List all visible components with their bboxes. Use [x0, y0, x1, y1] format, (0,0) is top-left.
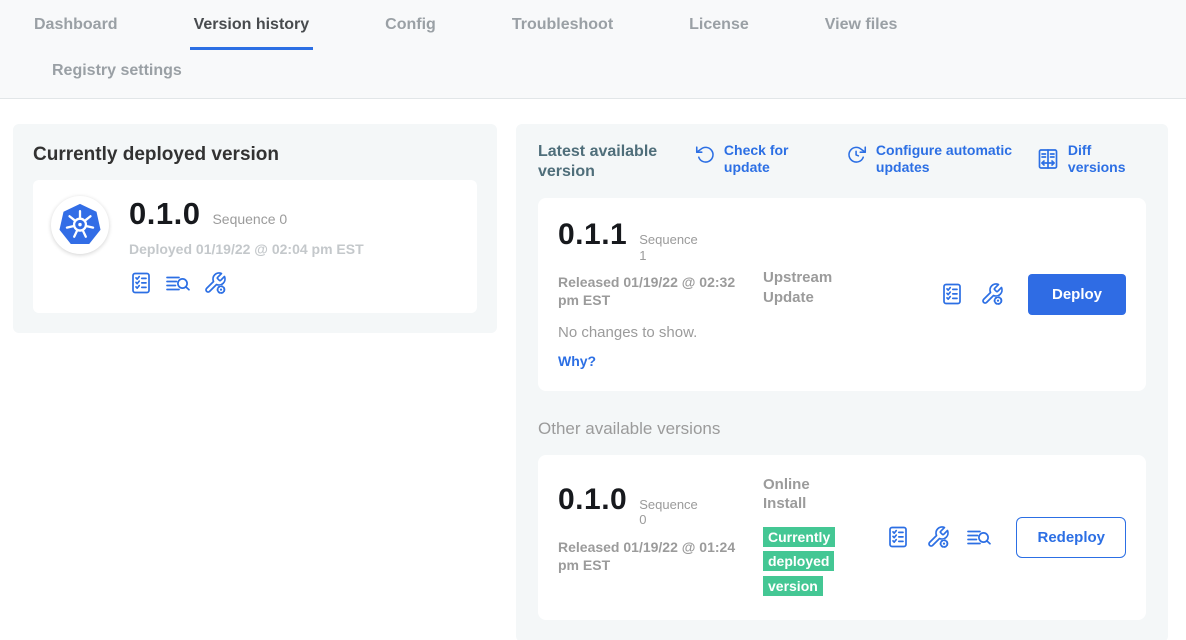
edit-config-icon[interactable] — [926, 525, 950, 549]
currently-deployed-title: Currently deployed version — [33, 144, 477, 166]
deployed-version-card: 0.1.0 Sequence 0 Deployed 01/19/22 @ 02:… — [33, 180, 477, 313]
changes-note: No changes to show. — [558, 324, 763, 341]
latest-version-info: 0.1.1 Sequence 1 Released 01/19/22 @ 02:… — [558, 218, 763, 371]
view-logs-icon[interactable] — [165, 271, 191, 295]
latest-version-released: Released 01/19/22 @ 02:32 pm EST — [558, 273, 748, 309]
nav-row-1: Dashboard Version history Config Trouble… — [0, 0, 1186, 50]
other-version-number: 0.1.0 — [558, 483, 627, 517]
other-version-source: Online Install Currently deployed versio… — [763, 475, 883, 600]
kubernetes-icon — [57, 202, 103, 248]
other-version-card: 0.1.0 Sequence 0 Released 01/19/22 @ 01:… — [538, 455, 1146, 620]
check-for-update-link[interactable]: Check for update — [694, 142, 802, 176]
deploy-button[interactable]: Deploy — [1028, 274, 1126, 315]
currently-deployed-panel: Currently deployed version — [13, 124, 497, 333]
latest-available-title: Latest available version — [538, 142, 670, 182]
main-content: Currently deployed version — [0, 99, 1186, 640]
deployed-timestamp: Deployed 01/19/22 @ 02:04 pm EST — [129, 241, 364, 257]
view-logs-icon[interactable] — [966, 525, 992, 549]
schedule-update-icon — [846, 142, 868, 166]
why-link[interactable]: Why? — [558, 353, 596, 369]
preflight-checks-icon[interactable] — [129, 271, 153, 295]
redeploy-button[interactable]: Redeploy — [1016, 517, 1126, 558]
tab-troubleshoot[interactable]: Troubleshoot — [508, 14, 617, 50]
currently-deployed-badge: Currently deployed version — [763, 526, 843, 600]
other-versions-heading: Other available versions — [538, 419, 1146, 439]
latest-version-source: Upstream Update — [763, 218, 883, 307]
configure-automatic-updates-link[interactable]: Configure automatic updates — [846, 142, 1036, 176]
latest-version-number: 0.1.1 — [558, 218, 627, 252]
tab-license[interactable]: License — [685, 14, 753, 50]
edit-config-icon[interactable] — [203, 271, 227, 295]
tab-config[interactable]: Config — [381, 14, 440, 50]
other-version-sequence: Sequence 0 — [639, 493, 705, 528]
tab-registry-settings[interactable]: Registry settings — [48, 60, 186, 80]
nav-row-2: Registry settings — [0, 50, 1186, 98]
app-logo — [51, 196, 109, 254]
preflight-checks-icon[interactable] — [886, 525, 910, 549]
refresh-icon — [694, 142, 716, 166]
top-nav: Dashboard Version history Config Trouble… — [0, 0, 1186, 99]
latest-available-panel: Latest available version Check for updat… — [516, 124, 1168, 640]
tab-view-files[interactable]: View files — [821, 14, 902, 50]
tab-dashboard[interactable]: Dashboard — [30, 14, 122, 50]
diff-icon — [1036, 147, 1060, 171]
deployed-sequence: Sequence 0 — [212, 211, 287, 227]
latest-version-card: 0.1.1 Sequence 1 Released 01/19/22 @ 02:… — [538, 198, 1146, 391]
diff-versions-link[interactable]: Diff versions — [1036, 142, 1146, 176]
tab-version-history[interactable]: Version history — [190, 14, 314, 50]
other-version-released: Released 01/19/22 @ 01:24 pm EST — [558, 538, 748, 574]
edit-config-icon[interactable] — [980, 282, 1004, 306]
other-version-info: 0.1.0 Sequence 0 Released 01/19/22 @ 01:… — [558, 475, 763, 575]
deployed-version-number: 0.1.0 — [129, 196, 200, 232]
latest-version-sequence: Sequence 1 — [639, 228, 705, 263]
deployed-version-info: 0.1.0 Sequence 0 Deployed 01/19/22 @ 02:… — [129, 196, 364, 295]
preflight-checks-icon[interactable] — [940, 282, 964, 306]
